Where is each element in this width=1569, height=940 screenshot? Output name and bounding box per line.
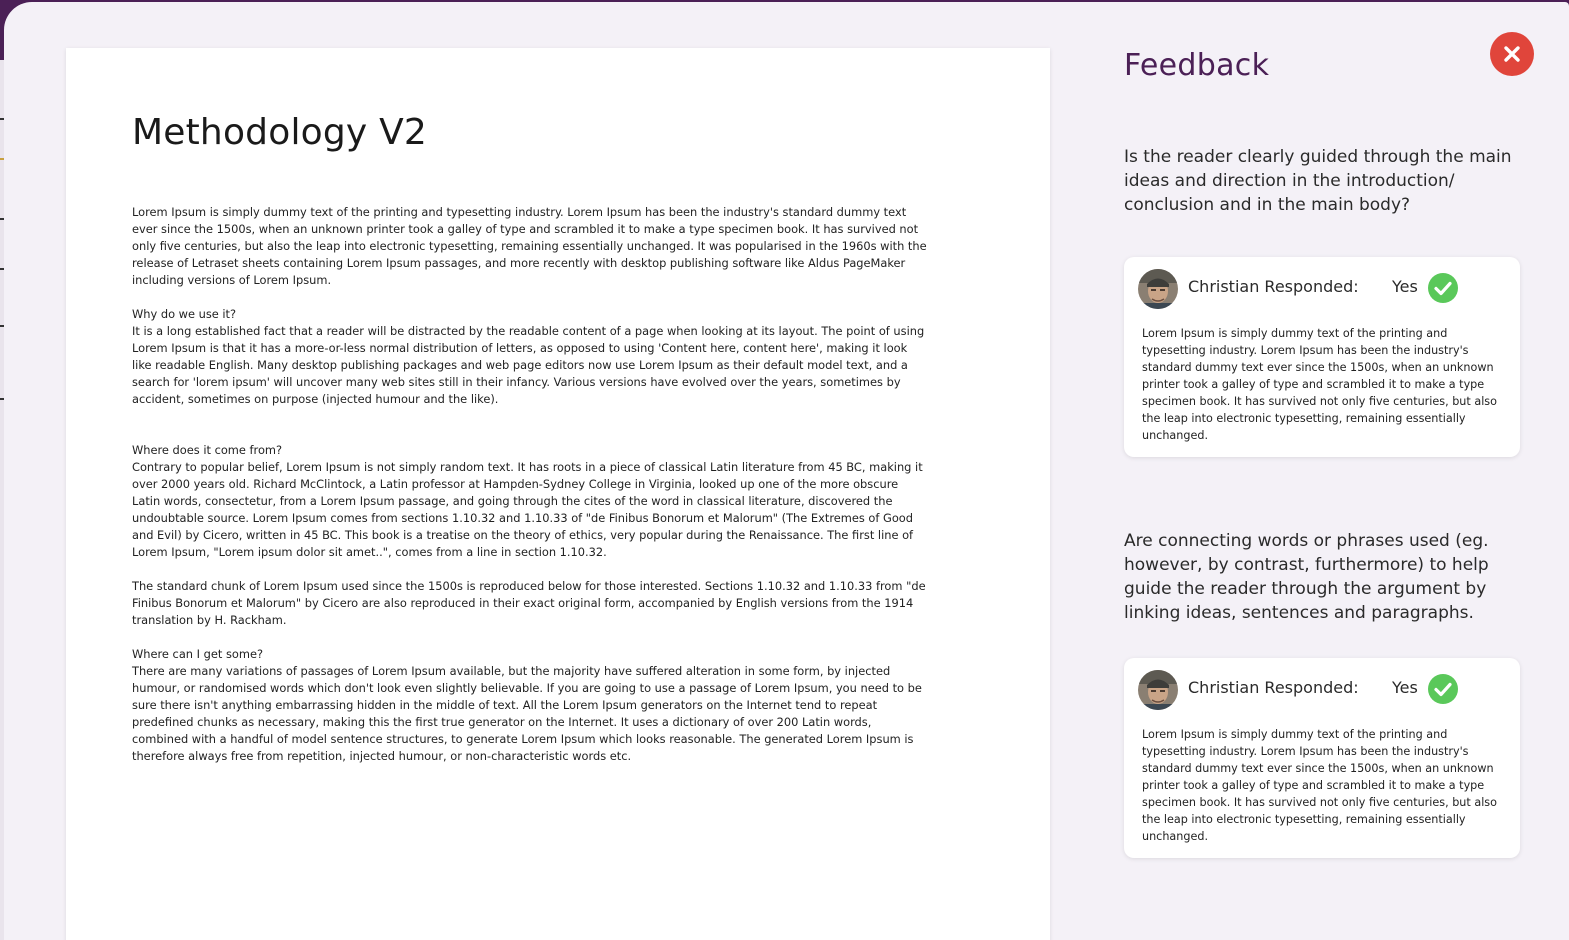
- document-paragraph: There are many variations of passages of…: [132, 664, 922, 763]
- avatar: [1138, 670, 1178, 710]
- responder-name: Christian Responded:: [1188, 277, 1359, 296]
- document-paragraph: It is a long established fact that a rea…: [132, 324, 925, 406]
- document-heading: Where does it come from?: [132, 443, 283, 457]
- check-circle-icon: [1428, 273, 1458, 303]
- response-answer: Yes: [1392, 277, 1418, 296]
- close-button[interactable]: [1490, 32, 1534, 76]
- document-paragraph: Contrary to popular belief, Lorem Ipsum …: [132, 460, 923, 559]
- document-heading: Where can I get some?: [132, 647, 263, 661]
- response-text: Lorem Ipsum is simply dummy text of the …: [1142, 728, 1497, 843]
- check-circle-icon: [1428, 674, 1458, 704]
- feedback-question: Is the reader clearly guided through the…: [1124, 147, 1512, 215]
- feedback-modal: Methodology V2 Lorem Ipsum is simply dum…: [4, 2, 1569, 940]
- response-answer: Yes: [1392, 678, 1418, 697]
- response-card: Christian Responded: Yes Lorem Ipsum is …: [1124, 658, 1520, 858]
- response-text: Lorem Ipsum is simply dummy text of the …: [1142, 327, 1497, 442]
- response-card: Christian Responded: Yes Lorem Ipsum is …: [1124, 257, 1520, 457]
- document-title: Methodology V2: [132, 112, 428, 153]
- document-body: Lorem Ipsum is simply dummy text of the …: [132, 204, 928, 765]
- feedback-question: Are connecting words or phrases used (eg…: [1124, 531, 1489, 623]
- feedback-title: Feedback: [1124, 48, 1270, 83]
- document-paragraph: The standard chunk of Lorem Ipsum used s…: [132, 579, 926, 627]
- document-heading: Why do we use it?: [132, 307, 237, 321]
- avatar: [1138, 269, 1178, 309]
- responder-name: Christian Responded:: [1188, 678, 1359, 697]
- document-page: Methodology V2 Lorem Ipsum is simply dum…: [66, 48, 1050, 940]
- close-icon: [1504, 46, 1520, 62]
- document-paragraph: Lorem Ipsum is simply dummy text of the …: [132, 205, 927, 287]
